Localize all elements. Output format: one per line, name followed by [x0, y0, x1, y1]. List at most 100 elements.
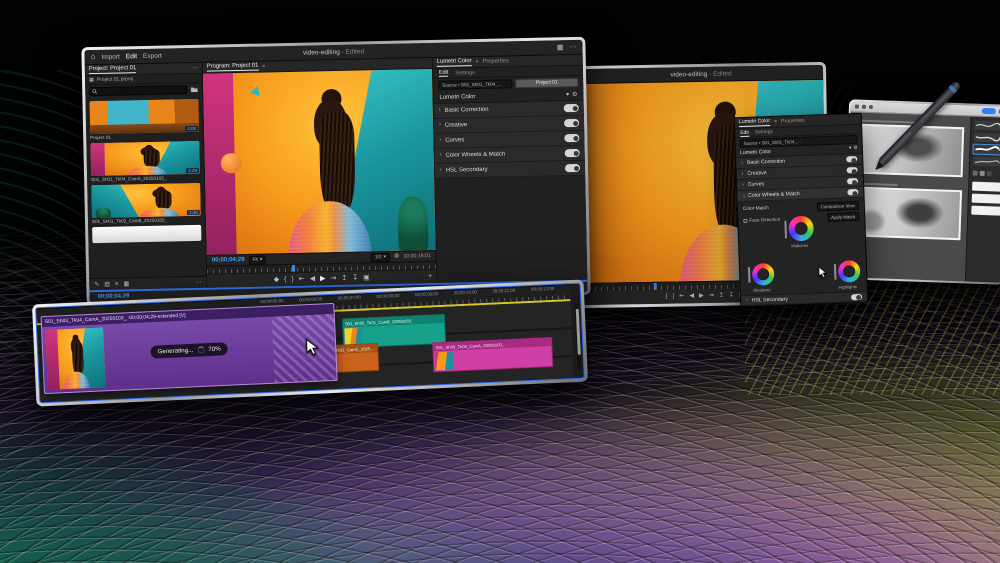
section-toggle[interactable]	[847, 189, 858, 195]
lift-icon[interactable]: ↥	[719, 293, 724, 299]
chevron-right-icon[interactable]: ›	[742, 171, 744, 176]
preset-dropdown[interactable]: Lumetri Color	[439, 92, 563, 101]
swatch-icon[interactable]	[987, 171, 992, 176]
section-color-wheels[interactable]: Color Wheels & Match	[748, 190, 843, 199]
lift-icon[interactable]: ↥	[341, 275, 347, 282]
mode-settings[interactable]: Settings	[455, 70, 475, 76]
mark-out-icon[interactable]: }	[291, 276, 293, 283]
chevron-right-icon[interactable]: ›	[440, 153, 442, 158]
project-item[interactable]: 4;00 Project 01	[89, 99, 199, 140]
menu-import[interactable]: Import	[101, 53, 120, 60]
project-item-thumbnail[interactable]	[92, 225, 201, 243]
play-icon[interactable]: ▶	[699, 293, 704, 299]
tab-program[interactable]: Program: Project 01	[207, 63, 259, 72]
chevron-right-icon[interactable]: ›	[439, 123, 441, 128]
review-tool-icon[interactable]	[862, 105, 866, 109]
extract-icon[interactable]: ↧	[729, 292, 734, 298]
extract-icon[interactable]: ↧	[352, 275, 358, 282]
chevron-right-icon[interactable]: ›	[439, 138, 441, 143]
list-view-icon[interactable]: ≡	[115, 281, 119, 287]
menu-edit[interactable]: Edit	[126, 53, 137, 60]
brush-stroke-thumb-selected[interactable]	[973, 145, 1000, 155]
section-toggle[interactable]	[846, 156, 857, 162]
source-clip-chip[interactable]: Source • S01_Sh01_Tk04_…	[438, 79, 512, 90]
play-icon[interactable]: ▶	[320, 275, 326, 282]
grid-view-icon[interactable]: ▦	[123, 281, 129, 287]
home-icon[interactable]: ⌂	[90, 53, 95, 61]
section-toggle[interactable]	[565, 149, 580, 157]
chevron-right-icon[interactable]: ›	[746, 298, 748, 303]
mode-settings[interactable]: Settings	[755, 129, 773, 136]
gear-icon[interactable]: ⚙	[853, 146, 858, 151]
highlights-luma-slider[interactable]	[834, 264, 837, 280]
brush-stroke-thumb[interactable]	[974, 133, 1000, 143]
settings-wrench-icon[interactable]: ⚙	[394, 254, 400, 260]
go-to-out-icon[interactable]: ⇥	[330, 275, 336, 282]
close-icon[interactable]: ×	[475, 59, 478, 64]
mark-out-icon[interactable]: }	[672, 294, 674, 300]
section-creative[interactable]: Creative	[445, 120, 560, 128]
swatch-icon[interactable]	[980, 171, 985, 176]
shadows-color-wheel[interactable]	[752, 263, 775, 286]
apply-match-button[interactable]: Apply Match	[827, 212, 859, 222]
folder-icon[interactable]	[190, 86, 198, 93]
comparison-view-button[interactable]: Comparison View	[816, 201, 859, 211]
go-to-in-icon[interactable]: ⇤	[679, 293, 684, 299]
section-toggle[interactable]	[564, 119, 579, 127]
timeline-clip-generating[interactable]: S01_Sh03_Tk04_CamA_20250103_ -00;00;04;2…	[41, 303, 338, 394]
section-toggle[interactable]	[564, 104, 579, 112]
tab-properties[interactable]: Properties	[781, 118, 805, 125]
add-button-icon[interactable]: +	[428, 273, 432, 280]
mark-in-icon[interactable]: {	[665, 294, 667, 300]
section-basic-correction[interactable]: Basic Correction	[747, 157, 842, 166]
chevron-right-icon[interactable]: ›	[439, 108, 441, 113]
panel-menu-icon[interactable]: ⋯	[193, 65, 198, 70]
mark-in-icon[interactable]: {	[284, 276, 286, 283]
section-curves[interactable]: Curves	[748, 179, 843, 188]
export-frame-icon[interactable]: ▣	[363, 274, 370, 281]
chevron-expanded-icon[interactable]: ›	[741, 195, 746, 197]
tab-lumetri-color[interactable]: Lumetri Color	[437, 58, 472, 67]
tab-properties[interactable]: Properties	[482, 58, 509, 65]
chevron-right-icon[interactable]: ›	[741, 160, 743, 165]
layer-chip[interactable]	[972, 194, 1000, 204]
playback-resolution-dropdown[interactable]: 1/2 ▾	[371, 252, 390, 261]
section-toggle[interactable]	[847, 178, 858, 184]
chevron-down-icon[interactable]: ▾	[849, 146, 852, 151]
midtones-luma-slider[interactable]	[784, 220, 787, 238]
search-input[interactable]	[89, 85, 187, 96]
more-icon[interactable]: ⋯	[569, 43, 576, 50]
go-to-out-icon[interactable]: ⇥	[709, 293, 714, 299]
project-item[interactable]: 1;30 S01_Sh01_Tk02_CamB_20250103_	[91, 183, 201, 224]
section-color-wheels[interactable]: Color Wheels & Match	[445, 150, 560, 158]
section-creative[interactable]: Creative	[747, 168, 842, 177]
chevron-right-icon[interactable]: ›	[440, 168, 442, 173]
go-to-in-icon[interactable]: ⇤	[299, 276, 305, 283]
step-back-icon[interactable]: ◀	[310, 275, 316, 282]
storyboard-card[interactable]	[852, 182, 962, 240]
add-marker-icon[interactable]: ◆	[274, 276, 280, 283]
brush-stroke-thumb[interactable]	[974, 121, 1000, 131]
section-hsl-secondary[interactable]: HSL Secondary	[752, 294, 847, 303]
chevron-right-icon[interactable]: ›	[742, 182, 744, 187]
pen-tool-icon[interactable]: ✎	[94, 281, 99, 287]
gear-icon[interactable]: ⚙	[572, 91, 578, 97]
grid-view-icon[interactable]: ▦	[89, 78, 94, 83]
project-target-chip[interactable]: Project 01	[515, 78, 578, 88]
timeline-clip-magenta[interactable]: S01_Sh03_Tk04_CamA_20250103_	[432, 337, 553, 372]
review-tool-icon[interactable]	[869, 105, 873, 109]
brush-stroke-thumb[interactable]	[973, 157, 1000, 167]
project-item[interactable]: 4;29 S01_Sh01_Tk04_CamA_20250103_	[90, 141, 200, 182]
workspace-icon[interactable]: ▦	[557, 44, 564, 51]
zoom-level-dropdown[interactable]: Fit ▾	[248, 255, 266, 264]
timeline-scrollbar-thumb[interactable]	[575, 309, 580, 355]
section-toggle[interactable]	[565, 164, 580, 172]
secondary-playhead[interactable]	[653, 283, 656, 290]
section-toggle[interactable]	[564, 134, 579, 142]
new-item-icon[interactable]: ▤	[104, 281, 110, 287]
review-primary-button[interactable]	[982, 108, 996, 114]
mode-edit[interactable]: Edit	[439, 70, 448, 77]
close-icon[interactable]: ×	[774, 119, 777, 124]
section-toggle[interactable]	[851, 293, 862, 299]
tab-lumetri-color[interactable]: Lumetri Color	[739, 118, 770, 127]
